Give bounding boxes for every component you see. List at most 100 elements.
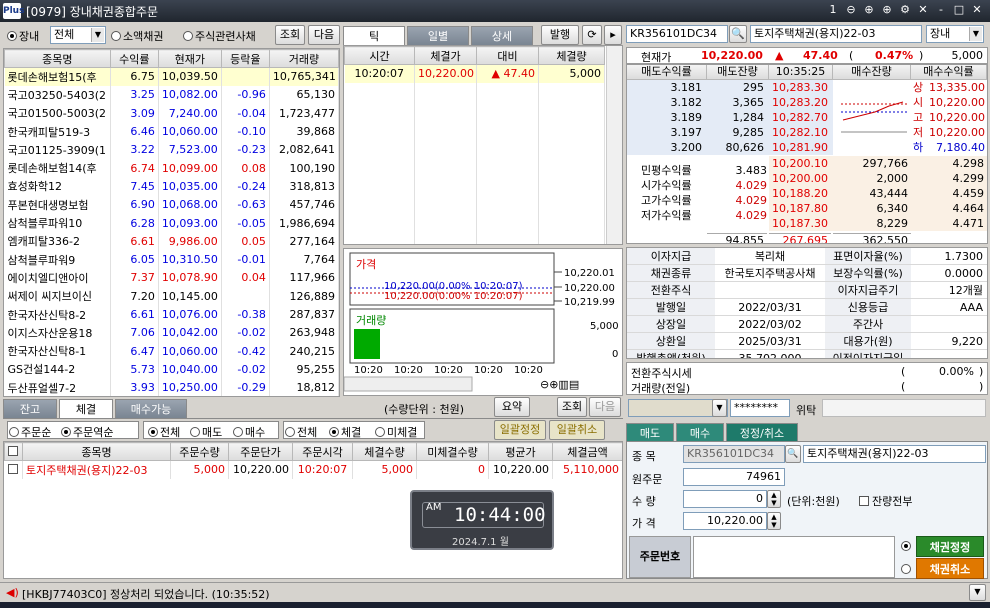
- column-header[interactable]: 현재가: [157, 49, 222, 68]
- refresh-icon[interactable]: ⟳: [582, 25, 602, 45]
- table-row[interactable]: 써제이 씨지브이신 7.20 10,145.00 126,889: [4, 287, 339, 306]
- stock-bond-radio[interactable]: 주식관련사채: [183, 28, 256, 44]
- tab-tick-1[interactable]: 일별: [407, 26, 469, 45]
- arrow-right-icon[interactable]: ▸: [604, 25, 622, 45]
- table-row[interactable]: 한국자산신탁8-1 6.47 10,060.00 -0.42 240,215: [4, 341, 339, 361]
- table-row[interactable]: 푸본현대생명보험 6.90 10,068.00 -0.63 457,746: [4, 195, 339, 214]
- filter-radio[interactable]: 매도: [190, 424, 222, 440]
- chevron-down-icon[interactable]: ▼: [969, 584, 986, 601]
- table-row[interactable]: 엠캐피탈336-2 6.61 9,986.00 0.05 277,164: [4, 232, 339, 251]
- window-control-icon[interactable]: -: [934, 3, 948, 17]
- chevron-down-icon[interactable]: ▼: [969, 27, 982, 41]
- tab-bottom-0[interactable]: 잔고: [3, 399, 57, 418]
- table-row[interactable]: 롯데손해보험14(후 6.74 10,099.00 0.08 100,190: [4, 158, 339, 178]
- issue-button[interactable]: 발행: [541, 25, 579, 45]
- chevron-down-icon[interactable]: ▼: [91, 28, 104, 42]
- price-stepper[interactable]: ▲ ▼: [767, 512, 781, 530]
- table-row[interactable]: 국고01500-5003(2 3.09 7,240.00 -0.04 1,723,477: [4, 104, 339, 123]
- window-control-icon[interactable]: 1: [826, 3, 840, 17]
- next-button[interactable]: 다음: [308, 25, 340, 45]
- table-row[interactable]: 이지스자산운용18 7.06 10,042.00 -0.02 263,948: [4, 323, 339, 342]
- column-header[interactable]: 거래량: [268, 49, 339, 68]
- modify-radio[interactable]: [901, 540, 913, 553]
- filter-radio[interactable]: 전체: [285, 424, 317, 440]
- left-toolbar: 장내 전체 ▼ 소액채권 주식관련사채 조회 다음: [3, 25, 340, 45]
- bottom-query-button[interactable]: 조회: [557, 397, 587, 417]
- bond-name: 두산퓨얼셀7-2: [4, 378, 111, 396]
- filter-radio[interactable]: 전체: [148, 424, 180, 440]
- qty-input[interactable]: 0: [683, 490, 767, 508]
- tab-bottom-2[interactable]: 매수가능: [115, 399, 187, 418]
- password-input[interactable]: ********: [730, 399, 790, 417]
- filter-radio[interactable]: 미체결: [375, 424, 417, 440]
- filter-radio[interactable]: 주문순: [9, 424, 51, 440]
- search-icon[interactable]: 🔍: [729, 25, 747, 43]
- small-bond-radio[interactable]: 소액채권: [111, 28, 163, 44]
- market-select[interactable]: 전체 ▼: [50, 26, 106, 44]
- column-header[interactable]: 수익률: [109, 49, 159, 68]
- bond-cancel-button[interactable]: 채권취소: [916, 558, 984, 579]
- tick-scrollbar[interactable]: [606, 46, 622, 244]
- app-logo: Plus: [3, 3, 24, 19]
- window-control-icon[interactable]: □: [952, 3, 966, 17]
- tab-tick-2[interactable]: 상세: [471, 26, 533, 45]
- filter-radio[interactable]: 주문역순: [61, 424, 113, 440]
- table-row[interactable]: GS건설144-2 5.73 10,040.00 -0.02 95,255: [4, 360, 339, 379]
- tab-order-1[interactable]: 매수: [676, 423, 724, 442]
- table-row[interactable]: 에이치엘디앤아이 7.37 10,078.90 0.04 117,966: [4, 268, 339, 288]
- tab-order-2[interactable]: 정정/취소: [726, 423, 798, 442]
- tab-order-0[interactable]: 매도: [626, 423, 674, 442]
- order-row[interactable]: 토지주택채권(용지)22-03 5,000 10,220.00 10:20:07 5,0…: [4, 460, 622, 479]
- summary-button[interactable]: 요약: [494, 397, 530, 417]
- filter-radio[interactable]: 체결: [329, 424, 361, 440]
- bulk-cancel-button[interactable]: 일괄취소: [549, 420, 605, 440]
- chart-scrollbar[interactable]: [344, 376, 473, 392]
- row-checkbox[interactable]: [4, 460, 23, 479]
- all-remaining-checkbox[interactable]: 잔량전부: [859, 493, 912, 509]
- window-control-icon[interactable]: ⊕: [862, 3, 876, 17]
- tab-bottom-1[interactable]: 체결: [59, 399, 113, 418]
- orig-order-input[interactable]: 74961: [683, 468, 785, 486]
- window-control-icon[interactable]: ⚙: [898, 3, 912, 17]
- select-all-checkbox[interactable]: [4, 442, 23, 461]
- info-value: [911, 315, 987, 333]
- order-no-field[interactable]: [693, 536, 895, 578]
- column-header[interactable]: 종목명: [4, 49, 111, 68]
- table-row[interactable]: 국고01125-3909(1 3.22 7,523.00 -0.23 2,082,641: [4, 140, 339, 159]
- qty-stepper[interactable]: ▲ ▼: [767, 490, 781, 508]
- table-row[interactable]: 두산퓨얼셀7-2 3.93 10,250.00 -0.29 18,812: [4, 378, 339, 396]
- price-input[interactable]: 10,220.00: [683, 512, 767, 530]
- bond-modify-button[interactable]: 채권정정: [916, 536, 984, 557]
- window-control-icon[interactable]: ✕: [970, 3, 984, 17]
- table-row[interactable]: 국고03250-5403(2 3.25 10,082.00 -0.96 65,130: [4, 85, 339, 105]
- bulk-modify-button[interactable]: 일괄정정: [494, 420, 546, 440]
- chevron-down-icon[interactable]: ▼: [712, 399, 727, 417]
- bottom-next-button[interactable]: 다음: [589, 397, 621, 417]
- bond-code-input[interactable]: KR356101DC34: [626, 25, 728, 43]
- query-button[interactable]: 조회: [275, 25, 305, 45]
- bond-price: 10,035.00: [158, 177, 222, 196]
- market-dropdown[interactable]: 장내 ▼: [926, 25, 984, 43]
- table-row[interactable]: 한국자산신탁8-2 6.61 10,076.00 -0.38 287,837: [4, 305, 339, 324]
- column-header[interactable]: 등락율: [220, 49, 270, 68]
- bond-volume: 1,723,477: [269, 104, 339, 123]
- zoom-icons[interactable]: ⊖⊕▥▤: [540, 378, 579, 391]
- market-radio[interactable]: 장내: [7, 28, 39, 44]
- table-row[interactable]: 삼척블루파워10 6.28 10,093.00 -0.05 1,986,694: [4, 213, 339, 233]
- table-row[interactable]: 효성화학12 7.45 10,035.00 -0.24 318,813: [4, 177, 339, 196]
- ask-qty: 1,284: [732, 111, 765, 125]
- window-control-icon[interactable]: ⊖: [844, 3, 858, 17]
- window-control-icon[interactable]: ⊕: [880, 3, 894, 17]
- filter-radio[interactable]: 매수: [233, 424, 265, 440]
- cancel-radio[interactable]: [901, 563, 913, 576]
- tab-tick-0[interactable]: 틱: [343, 26, 405, 45]
- table-row[interactable]: 삼척블루파워9 6.05 10,310.50 -0.01 7,764: [4, 250, 339, 269]
- column-header: 체결가: [414, 46, 477, 65]
- conv-pct: 0.00%: [939, 365, 974, 378]
- tick-tabs: 틱 일별 상세: [343, 25, 623, 45]
- table-row[interactable]: 롯데손해보험15(후 6.75 10,039.50 10,765,341: [4, 67, 339, 86]
- window-control-icon[interactable]: ✕: [916, 3, 930, 17]
- table-row[interactable]: 한국캐피탈519-3 6.46 10,060.00 -0.10 39,868: [4, 122, 339, 141]
- search-icon[interactable]: 🔍: [785, 445, 801, 463]
- order-code-input[interactable]: KR356101DC34: [683, 445, 785, 463]
